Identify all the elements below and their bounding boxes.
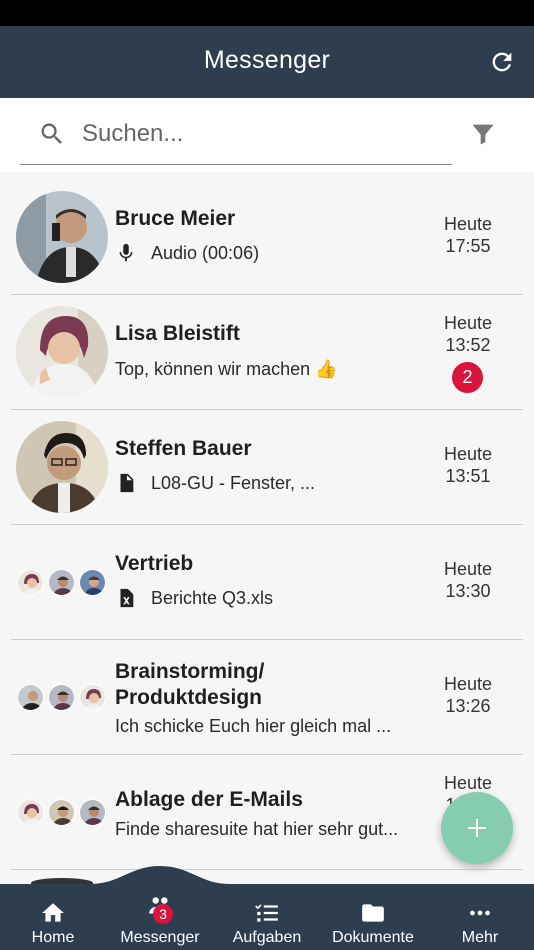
checklist-icon — [255, 904, 278, 922]
chat-name: Ablage der E-Mails — [115, 788, 303, 811]
avatar — [48, 684, 75, 711]
nav-aufgaben[interactable]: Aufgaben — [217, 884, 317, 950]
more-dots-icon — [470, 910, 490, 916]
chat-preview-text: Finde sharesuite hat hier sehr gut... — [115, 819, 399, 839]
refresh-icon[interactable] — [488, 48, 516, 76]
chat-timestamp: Heute 13:30 — [433, 558, 503, 602]
search-icon — [41, 123, 62, 144]
folder-icon — [362, 904, 384, 922]
chat-timestamp: Heute 13:52 — [433, 312, 503, 356]
avatar — [48, 569, 75, 596]
chat-name-line2: Produktdesign — [115, 686, 263, 709]
chat-time: 13:51 — [445, 466, 491, 486]
chat-name: Lisa Bleistift — [115, 322, 240, 345]
nav-label: Mehr — [461, 929, 499, 946]
nav-label: Aufgaben — [232, 929, 302, 946]
chat-item-steffen-bauer[interactable]: Steffen Bauer L08-GU - Fenster, ... Heut… — [11, 410, 523, 525]
nav-mehr[interactable]: Mehr — [430, 884, 530, 950]
chat-preview: Top, können wir machen 👍 — [115, 359, 338, 380]
group-avatars — [17, 684, 109, 712]
chat-preview: Finde sharesuite hat hier sehr gut... — [115, 819, 398, 840]
chat-day: Heute — [443, 313, 493, 333]
chat-item-lisa-bleistift[interactable]: Lisa Bleistift Top, können wir machen 👍 … — [11, 295, 523, 410]
chat-day: Heute — [443, 214, 493, 234]
nav-label: Messenger — [120, 929, 200, 946]
avatar — [79, 799, 106, 826]
chat-preview: L08-GU - Fenster, ... — [115, 470, 315, 496]
nav-badge: 3 — [153, 904, 173, 924]
chat-preview-text: Berichte Q3.xls — [151, 587, 274, 608]
home-icon — [42, 903, 64, 922]
page-title: Messenger — [203, 46, 331, 74]
avatar — [16, 306, 108, 398]
chat-preview-text: Ich schicke Euch hier gleich mal ... — [115, 716, 392, 736]
chat-time: 17:55 — [445, 236, 491, 256]
chat-list: Bruce Meier Audio (00:06) Heute 17:55 Li… — [0, 180, 534, 870]
app-bar: Messenger — [0, 26, 534, 98]
chat-timestamp: Heute 13:26 — [433, 673, 503, 717]
nav-dokumente[interactable]: Dokumente — [323, 884, 423, 950]
search-underline — [20, 164, 452, 165]
chat-day: Heute — [443, 559, 493, 579]
chat-name: Brainstorming/ — [115, 660, 265, 683]
chat-day: Heute — [443, 773, 493, 793]
nav-messenger[interactable]: 3 Messenger — [110, 884, 210, 950]
avatar — [79, 684, 106, 711]
add-chat-button[interactable] — [441, 792, 513, 864]
chat-preview: Audio (00:06) — [115, 240, 259, 266]
group-avatars — [17, 569, 109, 597]
chat-name: Bruce Meier — [115, 207, 236, 230]
avatar — [17, 799, 44, 826]
document-icon — [120, 473, 134, 493]
avatar — [79, 569, 106, 596]
chat-day: Heute — [443, 444, 493, 464]
unread-badge: 2 — [452, 362, 483, 393]
search-input[interactable] — [82, 116, 442, 152]
avatar — [16, 421, 108, 513]
chat-name: Steffen Bauer — [115, 437, 252, 460]
chat-item-brainstorming[interactable]: Brainstorming/ Produktdesign Ich schicke… — [11, 640, 523, 755]
chat-preview-text: Top, können wir machen 👍 — [115, 359, 338, 379]
chat-time: 13:52 — [445, 335, 491, 355]
avatar — [17, 569, 44, 596]
avatar — [16, 191, 108, 283]
status-bar — [0, 0, 534, 26]
chat-name: Vertrieb — [115, 552, 194, 575]
chat-timestamp: Heute 13:51 — [433, 443, 503, 487]
chat-preview: Berichte Q3.xls — [115, 585, 273, 611]
chat-time: 13:30 — [445, 581, 491, 601]
chat-item-vertrieb[interactable]: Vertrieb Berichte Q3.xls Heute 13:30 — [11, 525, 523, 640]
microphone-icon — [119, 243, 133, 262]
excel-file-icon — [120, 588, 134, 608]
group-avatars — [17, 799, 109, 827]
nav-home[interactable]: Home — [3, 884, 103, 950]
avatar — [17, 684, 44, 711]
avatar — [48, 799, 75, 826]
chat-timestamp: Heute 17:55 — [433, 213, 503, 257]
filter-icon[interactable] — [468, 120, 498, 148]
plus-icon — [468, 819, 486, 837]
chat-day: Heute — [443, 674, 493, 694]
chat-time: 13:26 — [445, 696, 491, 716]
bottom-nav-bar: Home 3 Messenger Aufgaben Dokumente Mehr — [0, 884, 534, 950]
nav-label: Dokumente — [332, 929, 414, 946]
chat-preview-text: L08-GU - Fenster, ... — [151, 472, 316, 493]
chat-preview: Ich schicke Euch hier gleich mal ... — [115, 716, 391, 737]
nav-label: Home — [31, 929, 75, 946]
chat-preview-text: Audio (00:06) — [151, 242, 260, 263]
search-bar — [0, 98, 534, 172]
chat-item-bruce-meier[interactable]: Bruce Meier Audio (00:06) Heute 17:55 — [11, 180, 523, 295]
